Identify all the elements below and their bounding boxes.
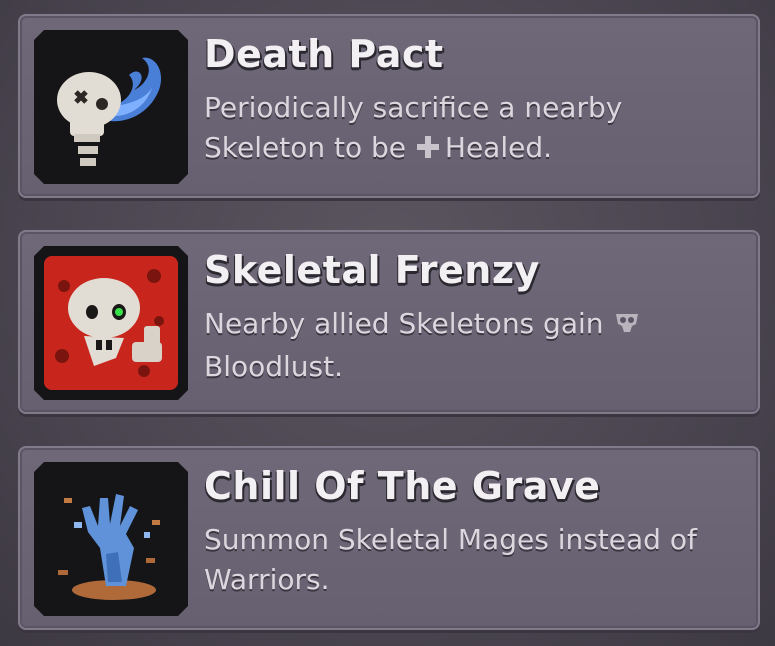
bloodlust-skull-icon [612, 307, 642, 347]
perk-title: Death Pact [204, 32, 444, 76]
perk-title: Skeletal Frenzy [204, 248, 540, 292]
frozen-hand-icon [34, 462, 188, 616]
perk-description-text: Nearby allied Skeletons gain [204, 307, 613, 340]
skull-breath-icon [34, 30, 188, 184]
frenzied-skull-icon [34, 246, 188, 400]
perk-description: Nearby allied Skeletons gain Bloodlust. [204, 304, 744, 387]
perk-description-text: Summon Skeletal Mages instead of Warrior… [204, 523, 697, 596]
plus-heal-icon [415, 131, 441, 171]
perk-card-skeletal-frenzy[interactable]: Skeletal Frenzy Nearby allied Skeletons … [18, 230, 760, 414]
perk-description-text: Periodically sacrifice a nearby Skeleton… [204, 91, 623, 164]
perk-description: Summon Skeletal Mages instead of Warrior… [204, 520, 744, 600]
perk-card-chill-of-the-grave[interactable]: Chill Of The Grave Summon Skeletal Mages… [18, 446, 760, 630]
perk-description: Periodically sacrifice a nearby Skeleton… [204, 88, 744, 171]
keyword-healed: Healed. [444, 131, 553, 164]
keyword-bloodlust: Bloodlust. [204, 350, 344, 383]
perk-title: Chill Of The Grave [204, 464, 601, 508]
perk-card-death-pact[interactable]: Death Pact Periodically sacrifice a near… [18, 14, 760, 198]
